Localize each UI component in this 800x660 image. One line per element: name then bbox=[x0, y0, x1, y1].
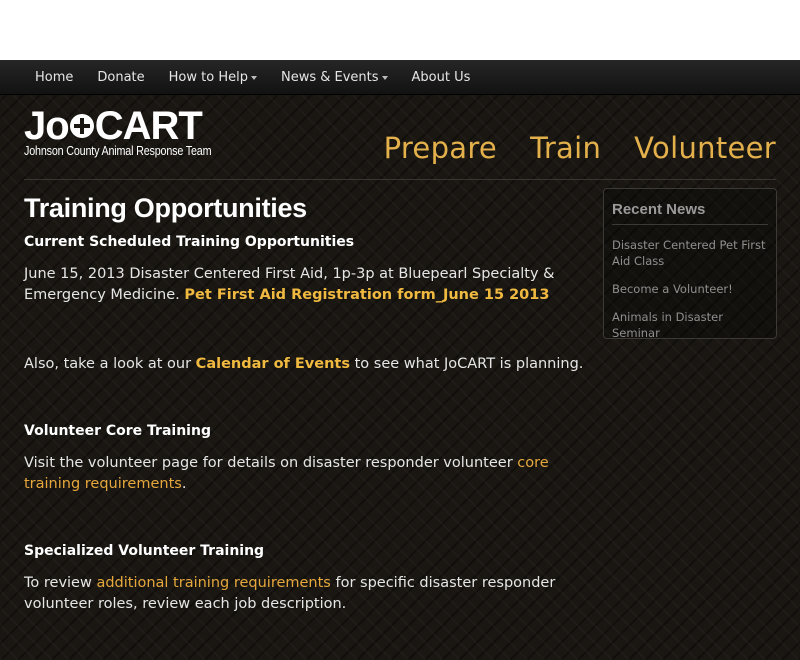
news-item-pet-first-aid[interactable]: Disaster Centered Pet First Aid Class bbox=[612, 237, 768, 269]
specialized-training-heading: Specialized Volunteer Training bbox=[24, 543, 265, 559]
page-body: Jo CART Johnson County Animal Response T… bbox=[0, 95, 800, 660]
news-item-become-volunteer[interactable]: Become a Volunteer! bbox=[612, 281, 768, 297]
core-training-heading: Volunteer Core Training bbox=[24, 423, 211, 439]
recent-news-panel: Recent News Disaster Centered Pet First … bbox=[603, 188, 777, 341]
nav-home-label: Home bbox=[35, 69, 74, 85]
main-nav-prepare[interactable]: Prepare bbox=[384, 131, 498, 165]
nav-about-us[interactable]: About Us bbox=[400, 70, 483, 85]
calendar-text-before: Also, take a look at our bbox=[24, 356, 196, 372]
nav-how-to-help[interactable]: How to Help bbox=[157, 70, 269, 85]
current-training-text: June 15, 2013 Disaster Centered First Ai… bbox=[24, 264, 584, 306]
caret-down-icon bbox=[381, 76, 388, 80]
news-item-animals-disaster-seminar[interactable]: Animals in Disaster Seminar bbox=[612, 309, 768, 341]
core-training-paragraph: Visit the volunteer page for details on … bbox=[24, 453, 584, 495]
main-nav-volunteer[interactable]: Volunteer bbox=[634, 131, 776, 165]
calendar-paragraph: Also, take a look at our Calendar of Eve… bbox=[24, 354, 584, 375]
calendar-of-events-link[interactable]: Calendar of Events bbox=[196, 356, 350, 372]
nav-donate-label: Donate bbox=[97, 69, 145, 85]
site-header: Jo CART Johnson County Animal Response T… bbox=[0, 95, 800, 179]
main-nav-train[interactable]: Train bbox=[530, 131, 601, 165]
core-training-text-before: Visit the volunteer page for details on … bbox=[24, 455, 518, 471]
main-content: Training Opportunities Current Scheduled… bbox=[24, 193, 584, 615]
logo-subtitle: Johnson County Animal Response Team bbox=[24, 144, 212, 158]
nav-how-to-help-label: How to Help bbox=[168, 69, 248, 85]
page-title: Training Opportunities bbox=[24, 193, 307, 223]
jocart-logo[interactable]: Jo CART Johnson County Animal Response T… bbox=[24, 104, 242, 158]
calendar-text-after: to see what JoCART is planning. bbox=[349, 356, 584, 372]
specialized-training-text-before: To review bbox=[24, 575, 97, 591]
logo-letters-right: CART bbox=[94, 104, 203, 148]
caret-down-icon bbox=[250, 76, 257, 80]
additional-training-requirements-link[interactable]: additional training requirements bbox=[96, 575, 330, 591]
main-nav: Prepare Train Volunteer bbox=[351, 131, 776, 165]
nav-home[interactable]: Home bbox=[23, 70, 85, 85]
top-navbar: Home Donate How to Help News & Events Ab… bbox=[0, 60, 800, 95]
core-training-text-after: . bbox=[181, 476, 187, 492]
logo-letters-left: Jo bbox=[24, 104, 70, 148]
top-white-band bbox=[0, 0, 800, 60]
nav-news-events[interactable]: News & Events bbox=[269, 70, 400, 85]
nav-news-events-label: News & Events bbox=[280, 69, 379, 85]
current-training-heading: Current Scheduled Training Opportunities bbox=[24, 234, 355, 250]
logo-mark: Jo CART bbox=[24, 104, 242, 148]
medical-plus-icon bbox=[69, 114, 94, 138]
header-divider bbox=[24, 179, 776, 180]
registration-form-link[interactable]: Pet First Aid Registration form_June 15 … bbox=[184, 287, 549, 303]
specialized-training-paragraph: To review additional training requiremen… bbox=[24, 573, 584, 615]
nav-donate[interactable]: Donate bbox=[85, 70, 156, 85]
recent-news-title: Recent News bbox=[612, 201, 768, 225]
nav-about-us-label: About Us bbox=[411, 69, 471, 85]
